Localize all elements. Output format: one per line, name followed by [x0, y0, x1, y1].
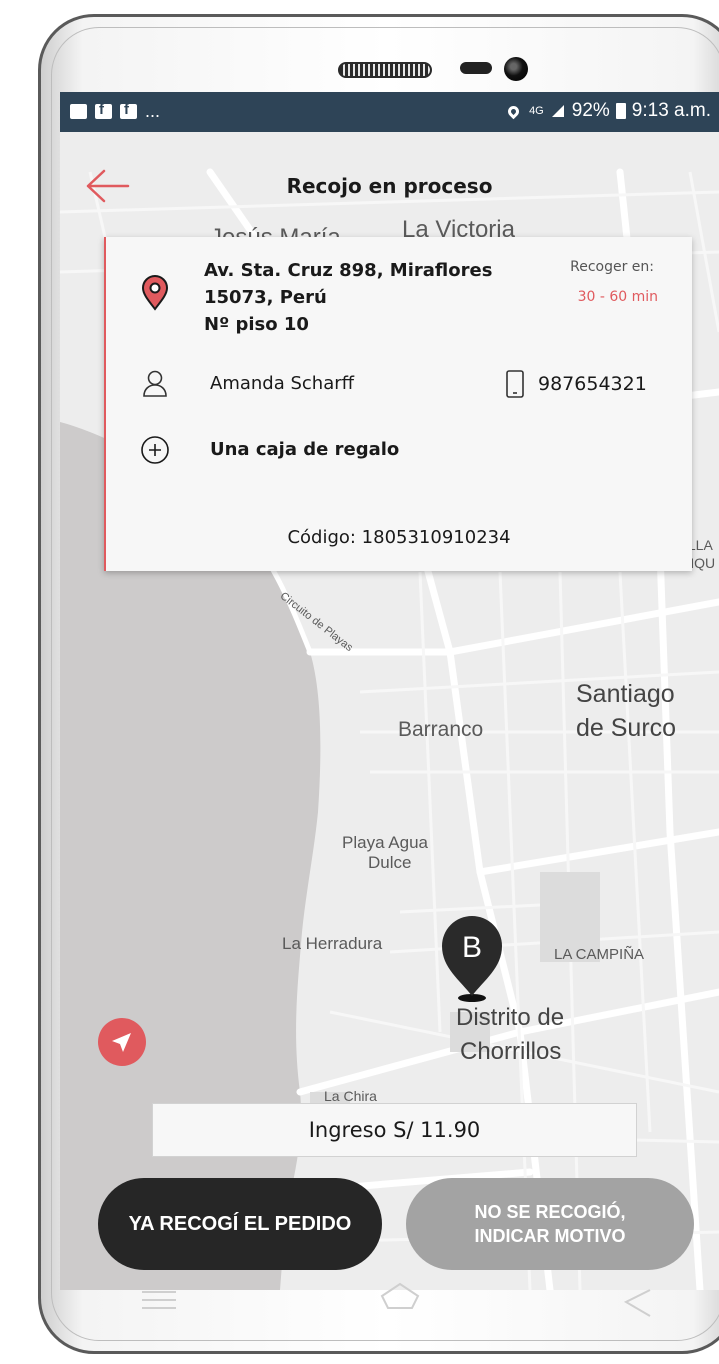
map-label-chira: La Chira	[324, 1088, 377, 1104]
page-title: Recojo en proceso	[286, 174, 493, 198]
customer-name: Amanda Scharff	[210, 373, 355, 394]
package-description: Una caja de regalo	[210, 439, 400, 460]
income-display: Ingreso S/ 11.90	[152, 1103, 637, 1157]
pickup-label: Recoger en:	[570, 259, 654, 275]
phone-icon	[506, 370, 524, 398]
status-bar: ... 4G 92% 9:13 a.m.	[60, 92, 719, 132]
picked-up-button[interactable]: YA RECOGÍ EL PEDIDO	[98, 1178, 382, 1270]
facebook-icon	[95, 101, 112, 119]
battery-icon	[615, 103, 626, 119]
battery-percent: 92%	[571, 100, 610, 121]
map-label-herradura: La Herradura	[282, 934, 383, 953]
system-indicators: 4G 92% 9:13 a.m.	[505, 100, 711, 122]
address-line-3: Nº piso 10	[204, 314, 309, 335]
map-label-chorrillos-2: Chorrillos	[460, 1038, 562, 1065]
notification-icons: ...	[70, 101, 160, 122]
pickup-time: 30 - 60 min	[577, 289, 658, 305]
map-label-playa-1: Playa Agua	[342, 833, 429, 852]
proximity-sensor	[460, 62, 492, 74]
map-label-campina: LA CAMPIÑA	[554, 946, 645, 963]
menu-key-icon	[142, 1291, 176, 1309]
map-marker-label: B	[462, 931, 482, 964]
back-key-icon	[623, 1289, 651, 1317]
map-label-chorrillos-1: Distrito de	[456, 1004, 565, 1031]
pickup-details-card: Av. Sta. Cruz 898, Miraflores 15073, Per…	[104, 237, 692, 571]
location-pin-icon	[141, 275, 169, 311]
location-status-icon	[505, 103, 522, 119]
not-picked-up-line-1: NO SE RECOGIÓ,	[474, 1202, 626, 1222]
pickup-address: Av. Sta. Cruz 898, Miraflores 15073, Per…	[204, 257, 492, 338]
map-label-santiago-1: Santiago	[576, 680, 675, 708]
map-label-santiago-2: de Surco	[576, 714, 677, 742]
plus-circle-icon	[141, 436, 169, 464]
network-type: 4G	[529, 105, 544, 117]
customer-phone[interactable]: 987654321	[538, 373, 647, 395]
signal-icon	[551, 105, 564, 117]
person-icon	[143, 370, 167, 397]
gallery-icon	[70, 104, 87, 119]
map-marker-icon[interactable]: B	[440, 914, 504, 1004]
front-camera	[504, 57, 528, 81]
navigate-icon	[112, 1033, 131, 1052]
map-label-playa-2: Dulce	[368, 853, 412, 872]
order-code: Código: 1805310910234	[287, 527, 511, 548]
more-notifications: ...	[145, 101, 161, 121]
facebook-icon-2	[120, 101, 137, 119]
my-location-button[interactable]	[98, 1018, 146, 1066]
map-label-barranco: Barranco	[398, 718, 484, 741]
home-key-icon	[380, 1282, 420, 1309]
app-screen: Jesús María La Victoria Circuito de Play…	[60, 92, 719, 1290]
earpiece	[338, 62, 432, 78]
clock: 9:13 a.m.	[631, 100, 711, 121]
not-picked-up-line-2: INDICAR MOTIVO	[474, 1226, 626, 1246]
address-line-1: Av. Sta. Cruz 898, Miraflores	[204, 260, 493, 281]
address-line-2: 15073, Perú	[204, 287, 327, 308]
hardware-nav-keys	[142, 1282, 651, 1317]
not-picked-up-button[interactable]: NO SE RECOGIÓ, INDICAR MOTIVO	[406, 1178, 694, 1270]
